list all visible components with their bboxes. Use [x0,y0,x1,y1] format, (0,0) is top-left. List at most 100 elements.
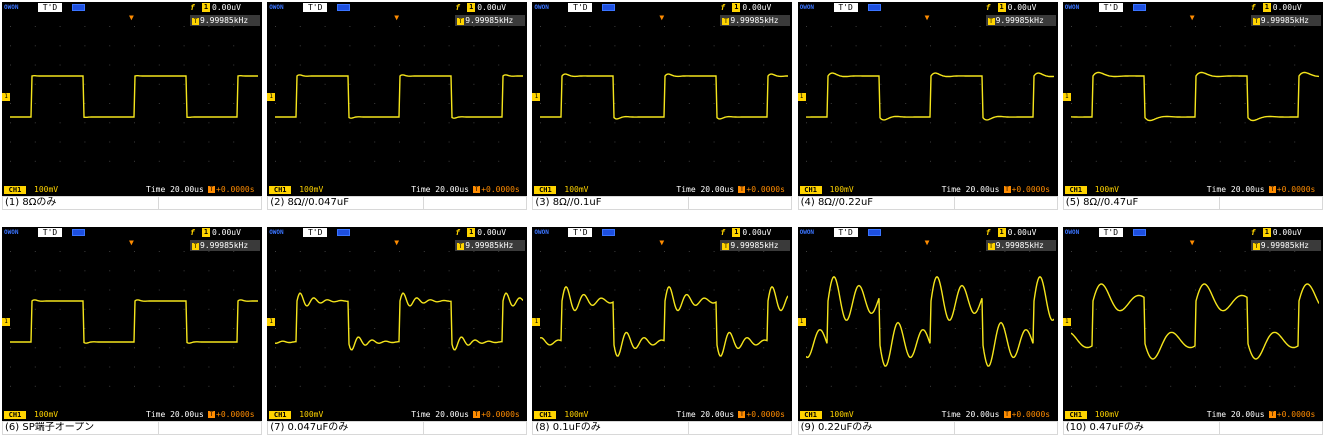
trigger-edge-icon: f [985,3,991,12]
trigger-status: T'D [303,228,328,237]
scope-screen: OWON T'D f 1 0.00uV T 9.99985kHz ▼ 1 CH1 … [797,227,1058,421]
frequency-value: 9.99985kHz [995,241,1044,250]
battery-icon [337,229,351,236]
trigger-edge-icon: f [190,3,195,12]
channel-badge: CH1 [269,411,292,419]
trigger-channel: 1 [467,228,476,237]
trigger-status: T'D [1098,228,1123,237]
frequency-icon: T [987,18,995,25]
trigger-position-marker-icon: ▼ [1189,238,1195,247]
channel-badge: CH1 [1064,411,1087,419]
time-per-div: Time 20.00us [411,410,469,419]
volts-per-div: 100mV [1094,410,1119,419]
trigger-channel: 1 [732,3,741,12]
channel-level-marker: 1 [2,93,10,101]
trigger-status: T'D [568,228,593,237]
frequency-value: 9.99985kHz [1260,16,1309,25]
ch1-trace [540,285,789,357]
trigger-level: 0.00uV [742,228,772,237]
trigger-channel: 1 [997,3,1006,12]
trigger-level: 0.00uV [1272,228,1302,237]
channel-badge: CH1 [534,411,557,419]
trigger-level: 0.00uV [477,3,507,12]
scope-screen: OWON T'D f 1 0.00uV T 9.99985kHz ▼ 1 CH1 … [532,227,793,421]
caption-text: (10) 0.47uFのみ [1065,422,1144,433]
panel-caption: (10) 0.47uFのみ [1062,421,1323,435]
volts-per-div: 100mV [564,410,589,419]
scope-bottom-bar: CH1 100mV Time 20.00us T +0.0000s [532,409,792,421]
frequency-value: 9.99985kHz [200,16,249,25]
scope-screen: OWON T'D f 1 0.00uV T 9.99985kHz ▼ 1 CH1 … [2,2,262,196]
time-offset-icon: T [1003,411,1011,418]
trigger-channel: 1 [202,228,210,237]
time-offset-icon: T [1003,186,1011,193]
scope-screen: OWON T'D f 1 0.00uV T 9.99985kHz ▼ 1 CH1 … [267,2,528,196]
scope-bottom-bar: CH1 100mV Time 20.00us T +0.0000s [267,409,527,421]
waveform-display [805,26,1054,162]
frequency-value: 9.99985kHz [465,16,514,25]
time-per-div: Time 20.00us [1206,410,1265,419]
trigger-level: 0.00uV [1007,3,1037,12]
battery-icon [337,4,351,11]
volts-per-div: 100mV [299,185,324,194]
frequency-readout: T 9.99985kHz [455,15,526,26]
time-offset: +0.0000s [1276,410,1316,419]
scope-panel: OWON T'D f 1 0.00uV T 9.99985kHz ▼ 1 CH1 … [532,2,793,210]
trigger-level: 0.00uV [212,228,241,237]
frequency-value: 9.99985kHz [1260,241,1309,250]
caption-text: (7) 0.047uFのみ [270,422,349,433]
trigger-edge-icon: f [1250,3,1256,12]
trigger-level: 0.00uV [742,3,772,12]
time-offset: +0.0000s [1276,185,1316,194]
scope-panel: OWON T'D f 1 0.00uV T 9.99985kHz ▼ 1 CH1 … [797,2,1058,210]
brand-logo: OWON [4,4,19,11]
frequency-readout: T 9.99985kHz [720,240,791,251]
waveform-display [10,251,258,387]
waveform-display [10,26,258,162]
volts-per-div: 100mV [1094,185,1119,194]
trigger-channel: 1 [1262,3,1271,12]
trigger-position-marker-icon: ▼ [129,13,134,22]
brand-logo: OWON [799,4,815,11]
brand-logo: OWON [269,229,284,236]
panel-caption: (3) 8Ω//0.1uF [532,196,793,210]
frequency-icon: T [722,18,730,25]
channel-level-marker: 1 [797,93,806,101]
time-offset-icon: T [473,186,481,193]
time-offset-icon: T [473,411,481,418]
scope-screen: OWON T'D f 1 0.00uV T 9.99985kHz ▼ 1 CH1 … [532,2,793,196]
trigger-position-marker-icon: ▼ [659,13,665,22]
trigger-level: 0.00uV [477,228,507,237]
trigger-status: T'D [568,3,593,12]
frequency-value: 9.99985kHz [730,241,779,250]
battery-icon [1132,229,1146,236]
scope-panel: OWON T'D f 1 0.00uV T 9.99985kHz ▼ 1 CH1 … [797,227,1058,435]
frequency-icon: T [1252,18,1260,25]
volts-per-div: 100mV [299,410,324,419]
channel-level-marker: 1 [532,93,541,101]
scope-bottom-bar: CH1 100mV Time 20.00us T +0.0000s [2,409,262,421]
battery-icon [1132,4,1146,11]
scope-screen: OWON T'D f 1 0.00uV T 9.99985kHz ▼ 1 CH1 … [267,227,528,421]
trigger-position-marker-icon: ▼ [394,13,400,22]
trigger-status: T'D [833,228,858,237]
frequency-icon: T [722,243,730,250]
scope-panel: OWON T'D f 1 0.00uV T 9.99985kHz ▼ 1 CH1 … [1062,2,1323,210]
frequency-value: 9.99985kHz [200,241,249,250]
time-per-div: Time 20.00us [1206,185,1265,194]
time-per-div: Time 20.00us [411,185,469,194]
scope-screen: OWON T'D f 1 0.00uV T 9.99985kHz ▼ 1 CH1 … [1062,227,1323,421]
channel-badge: CH1 [269,186,292,194]
time-offset-icon: T [1268,186,1276,193]
trigger-channel: 1 [997,228,1006,237]
trigger-edge-icon: f [455,228,461,237]
brand-logo: OWON [1064,229,1080,236]
brand-logo: OWON [534,4,549,11]
trigger-position-marker-icon: ▼ [659,238,665,247]
frequency-readout: T 9.99985kHz [985,15,1056,26]
panel-caption: (8) 0.1uFのみ [532,421,793,435]
scope-panel: OWON T'D f 1 0.00uV T 9.99985kHz ▼ 1 CH1 … [267,227,528,435]
frequency-readout: T 9.99985kHz [190,15,260,26]
waveform-display [540,251,789,387]
brand-logo: OWON [799,229,815,236]
